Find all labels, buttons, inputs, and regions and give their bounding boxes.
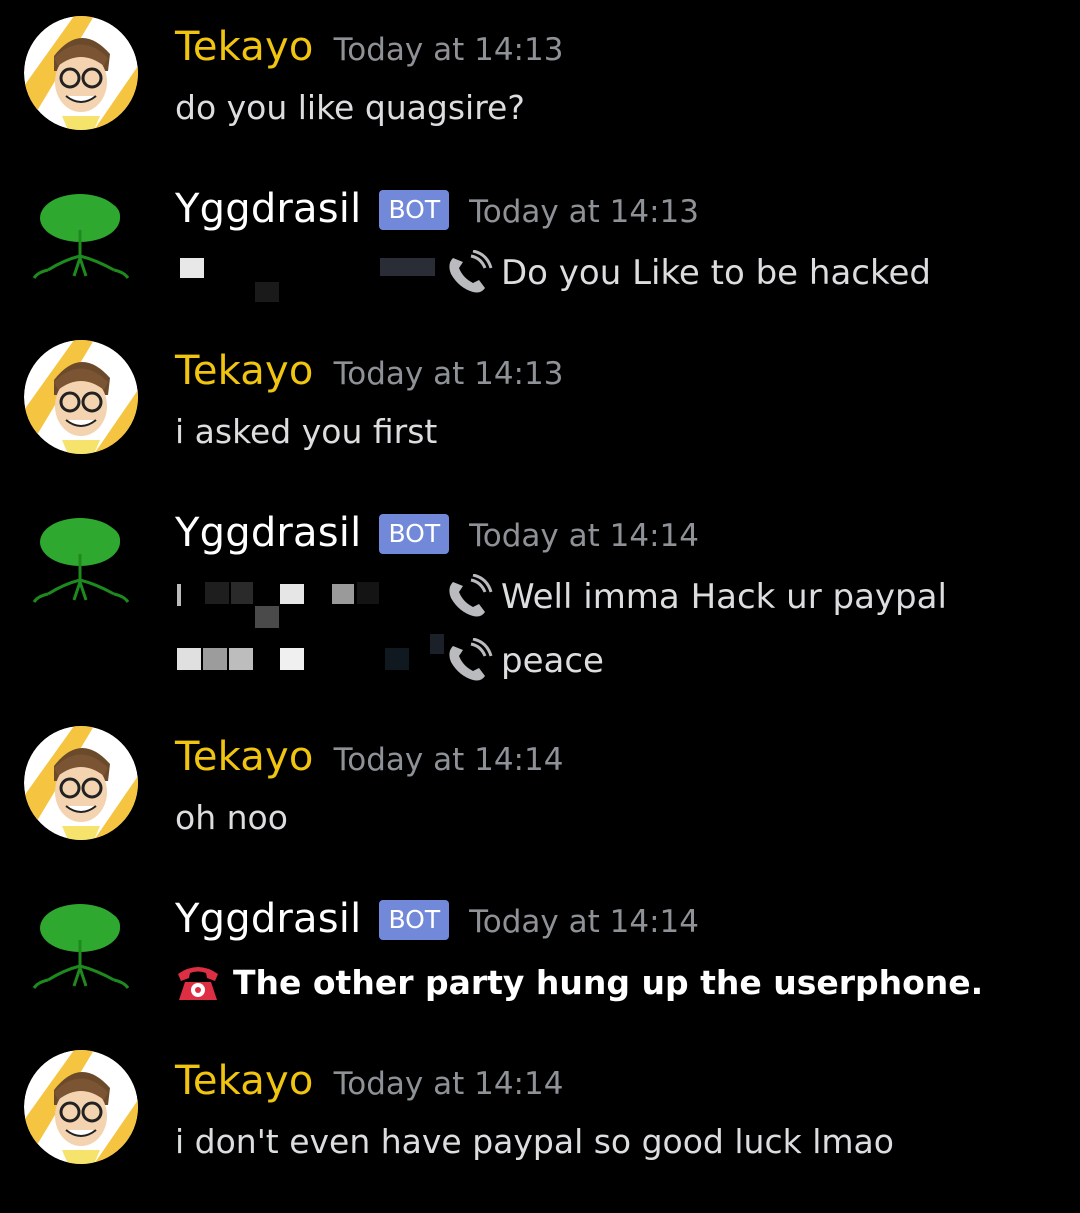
timestamp: Today at 14:13: [333, 32, 564, 68]
timestamp: Today at 14:13: [469, 194, 699, 230]
telephone-icon: [178, 967, 218, 1000]
message-text: i asked you first: [175, 412, 438, 451]
message-header: Yggdrasil BOT Today at 14:14: [175, 510, 699, 570]
timestamp: Today at 14:14: [469, 518, 699, 554]
redacted-pixel: [280, 648, 304, 670]
redacted-pixel: [203, 648, 227, 670]
user-avatar[interactable]: [24, 726, 138, 840]
message-header: Yggdrasil BOT Today at 14:13: [175, 186, 699, 246]
timestamp: Today at 14:14: [333, 742, 564, 778]
timestamp: Today at 14:13: [333, 356, 564, 392]
username[interactable]: Tekayo: [175, 24, 314, 70]
redacted-pixel: [385, 648, 409, 670]
message-header: Tekayo Today at 14:13: [175, 24, 563, 84]
redacted-pixel: [357, 582, 379, 604]
message-text: peace: [501, 641, 604, 681]
redacted-pixel: [180, 258, 204, 278]
bot-message-line: Well imma Hack ur paypal: [175, 574, 1035, 628]
message-content: peace: [443, 638, 604, 684]
message-text: Well imma Hack ur paypal: [501, 577, 947, 617]
bot-message-line: Do you Like to be hacked: [175, 250, 1035, 302]
message-header: Tekayo Today at 14:14: [175, 734, 563, 794]
message-header: Yggdrasil BOT Today at 14:14: [175, 896, 699, 956]
message-text: Do you Like to be hacked: [501, 253, 931, 293]
chat-message-list: Tekayo Today at 14:13 do you like quagsi…: [0, 0, 1080, 1213]
redacted-pixel: [177, 648, 201, 670]
redacted-pixel: [332, 584, 354, 604]
username[interactable]: Tekayo: [175, 348, 314, 394]
username[interactable]: Tekayo: [175, 1058, 314, 1104]
message-text: do you like quagsire?: [175, 88, 525, 127]
user-avatar[interactable]: [24, 16, 138, 130]
redacted-pixel: [205, 582, 229, 604]
message-header: Tekayo Today at 14:13: [175, 348, 563, 408]
message-content: Well imma Hack ur paypal: [443, 574, 947, 620]
message-content: Do you Like to be hacked: [443, 250, 931, 296]
redacted-pixel: [177, 584, 181, 606]
username[interactable]: Yggdrasil: [175, 186, 361, 232]
bot-message-line: peace: [175, 634, 1035, 688]
username[interactable]: Yggdrasil: [175, 896, 361, 942]
user-avatar[interactable]: [24, 340, 138, 454]
redacted-pixel: [229, 648, 253, 670]
username[interactable]: Yggdrasil: [175, 510, 361, 556]
bot-badge: BOT: [379, 900, 450, 940]
tree-avatar[interactable]: [28, 186, 132, 290]
telephone-receiver-icon: [449, 638, 493, 681]
redacted-pixel: [231, 582, 253, 604]
redacted-pixel: [280, 584, 304, 604]
message-text: i don't even have paypal so good luck lm…: [175, 1122, 894, 1161]
message-text: The other party hung up the userphone.: [233, 962, 984, 1002]
tree-avatar[interactable]: [28, 896, 132, 1000]
redacted-pixel: [430, 634, 444, 654]
redacted-pixel: [255, 282, 279, 302]
timestamp: Today at 14:14: [469, 904, 699, 940]
message-text-container: The other party hung up the userphone.: [175, 962, 983, 1002]
message-text: oh noo: [175, 798, 288, 837]
user-avatar[interactable]: [24, 1050, 138, 1164]
tree-avatar[interactable]: [28, 510, 132, 614]
telephone-receiver-icon: [449, 574, 493, 617]
timestamp: Today at 14:14: [333, 1066, 564, 1102]
telephone-receiver-icon: [449, 250, 493, 293]
redacted-pixel: [255, 606, 279, 628]
bot-badge: BOT: [379, 190, 450, 230]
message-header: Tekayo Today at 14:14: [175, 1058, 563, 1118]
redacted-pixel: [380, 258, 435, 276]
bot-badge: BOT: [379, 514, 450, 554]
username[interactable]: Tekayo: [175, 734, 314, 780]
